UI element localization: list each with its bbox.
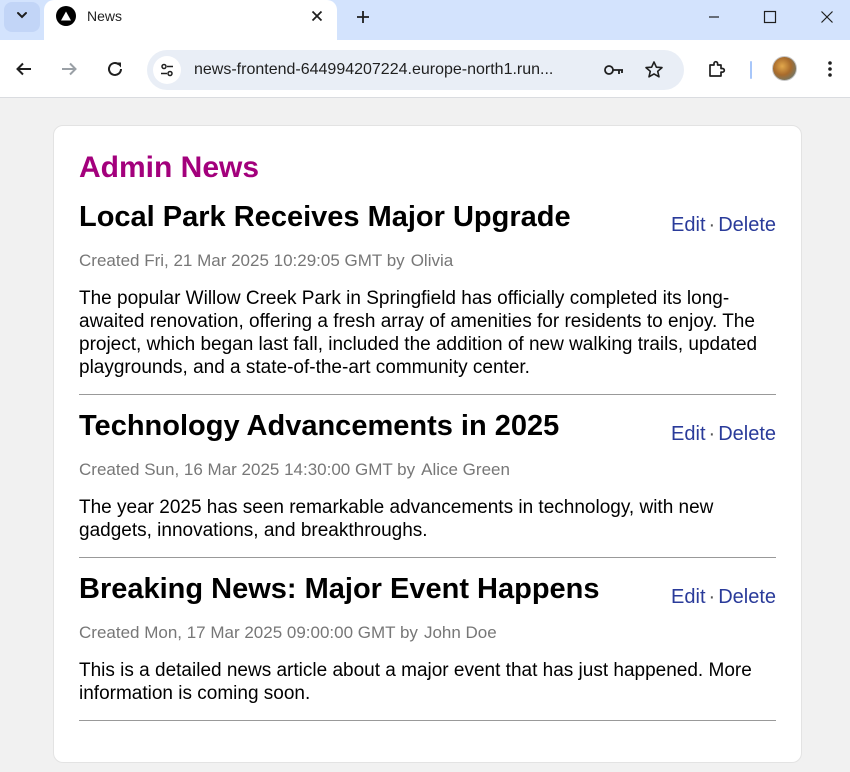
article-title: Local Park Receives Major Upgrade	[79, 201, 571, 233]
edit-link[interactable]: Edit	[671, 586, 705, 608]
tab-title: News	[87, 8, 123, 24]
delete-link[interactable]: Delete	[718, 214, 776, 236]
new-tab-button[interactable]	[351, 5, 375, 29]
action-separator: ·	[708, 586, 716, 608]
page-title: Admin News	[79, 151, 260, 184]
browser-toolbar: news-frontend-644994207224.europe-north1…	[0, 40, 850, 98]
article-divider	[79, 394, 776, 395]
action-separator: ·	[708, 214, 716, 236]
author-name: John Doe	[423, 623, 497, 642]
author-name: Alice Green	[421, 460, 510, 479]
minimize-button[interactable]	[700, 4, 728, 30]
article-body: The year 2025 has seen remarkable advanc…	[79, 497, 714, 541]
article-body: This is a detailed news article about a …	[79, 660, 752, 704]
toolbar-separator	[750, 61, 752, 79]
browser-tab-active[interactable]: News	[44, 0, 337, 40]
article-meta: Created Mon, 17 Mar 2025 09:00:00 GMT by…	[79, 623, 497, 643]
delete-link[interactable]: Delete	[718, 586, 776, 608]
address-bar[interactable]: news-frontend-644994207224.europe-north1…	[147, 50, 684, 90]
news-article: Breaking News: Major Event Happens Edit ·…	[79, 573, 776, 723]
article-meta: Created Fri, 21 Mar 2025 10:29:05 GMT by…	[79, 251, 453, 271]
key-icon[interactable]	[602, 58, 626, 82]
news-card: Admin News Local Park Receives Major Upg…	[53, 125, 802, 763]
article-title: Technology Advancements in 2025	[79, 410, 560, 442]
close-tab-icon[interactable]	[306, 5, 328, 27]
url-text: news-frontend-644994207224.europe-north1…	[194, 61, 554, 78]
back-arrow-icon[interactable]	[12, 57, 36, 81]
forward-arrow-icon[interactable]	[57, 57, 81, 81]
extensions-puzzle-icon[interactable]	[705, 57, 729, 81]
action-separator: ·	[708, 423, 716, 445]
article-body: The popular Willow Creek Park in Springf…	[79, 288, 758, 378]
close-window-button[interactable]	[813, 4, 841, 30]
site-settings-icon[interactable]	[153, 56, 181, 84]
created-label: Created Mon, 17 Mar 2025 09:00:00 GMT by	[79, 623, 418, 642]
more-menu-icon[interactable]	[818, 57, 842, 81]
profile-avatar[interactable]	[772, 56, 797, 81]
article-meta: Created Sun, 16 Mar 2025 14:30:00 GMT by…	[79, 460, 510, 480]
reload-icon[interactable]	[103, 57, 127, 81]
triangle-logo-icon	[56, 6, 76, 26]
tab-strip: News	[0, 0, 850, 40]
edit-link[interactable]: Edit	[671, 423, 705, 445]
created-label: Created Sun, 16 Mar 2025 14:30:00 GMT by	[79, 460, 416, 479]
article-actions: Edit · Delete	[671, 423, 776, 446]
article-title: Breaking News: Major Event Happens	[79, 573, 600, 605]
tab-search-button[interactable]	[4, 2, 40, 32]
bookmark-star-icon[interactable]	[642, 58, 666, 82]
maximize-button[interactable]	[756, 4, 784, 30]
delete-link[interactable]: Delete	[718, 423, 776, 445]
article-actions: Edit · Delete	[671, 214, 776, 237]
created-label: Created Fri, 21 Mar 2025 10:29:05 GMT by	[79, 251, 405, 270]
article-divider	[79, 720, 776, 721]
author-name: Olivia	[410, 251, 454, 270]
article-actions: Edit · Delete	[671, 586, 776, 609]
news-article: Local Park Receives Major Upgrade Edit · D…	[79, 201, 776, 396]
news-article: Technology Advancements in 2025 Edit · Del…	[79, 410, 776, 560]
edit-link[interactable]: Edit	[671, 214, 705, 236]
article-divider	[79, 557, 776, 558]
chevron-down-icon	[15, 8, 29, 27]
